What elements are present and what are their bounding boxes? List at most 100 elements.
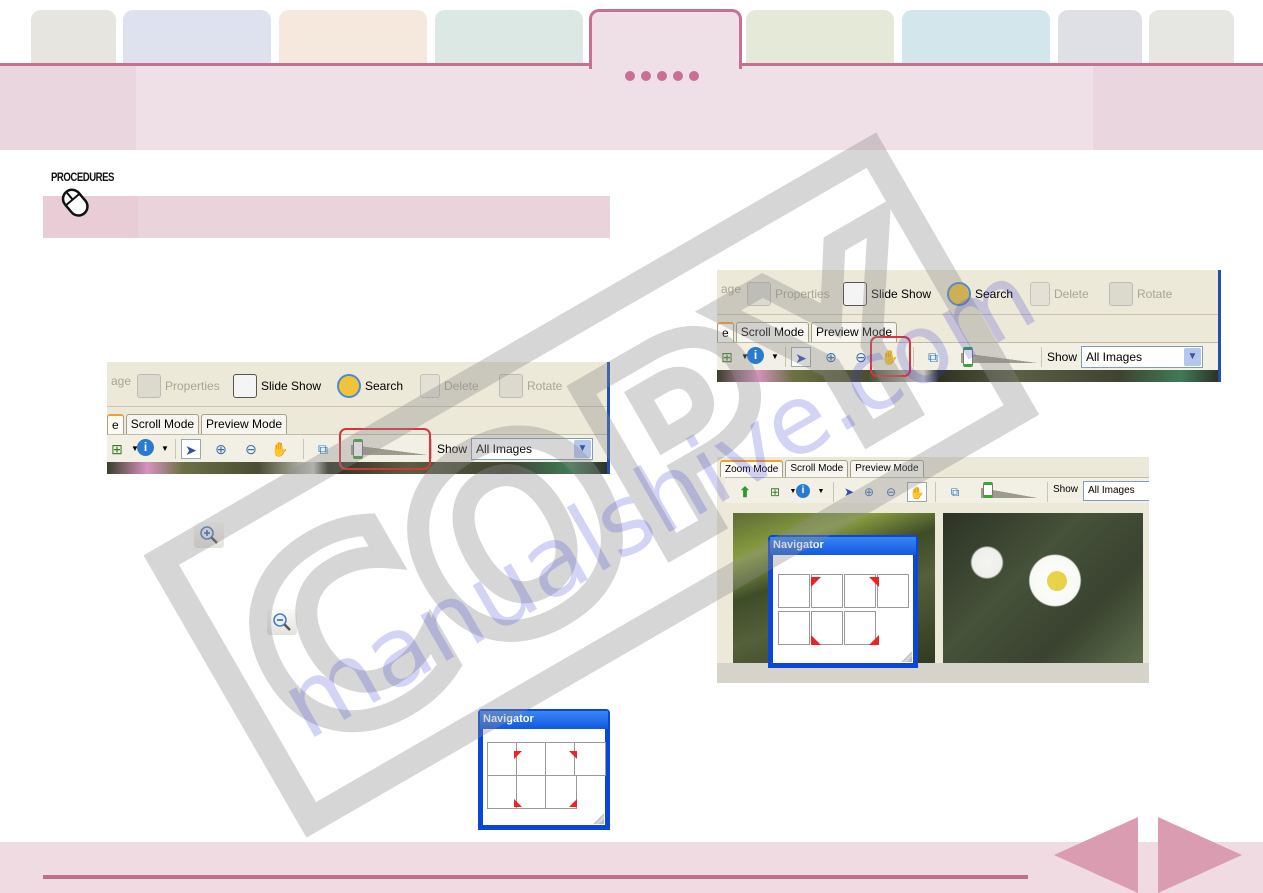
show-label: Show bbox=[437, 442, 468, 456]
tab-scroll-mode[interactable]: Scroll Mode bbox=[735, 322, 810, 342]
view-corner-marker bbox=[514, 799, 522, 807]
pointer-tool-icon[interactable]: ➤ bbox=[791, 347, 811, 367]
properties-icon bbox=[137, 374, 161, 398]
thumbnail-strip bbox=[717, 370, 1221, 382]
info-icon[interactable]: i bbox=[137, 439, 154, 456]
trash-icon bbox=[420, 374, 440, 398]
select-mode-icon[interactable]: ⊞ bbox=[765, 482, 785, 502]
show-dropdown[interactable]: All Images bbox=[1083, 481, 1149, 501]
chevron-down-icon[interactable]: ▼ bbox=[574, 440, 591, 458]
tab-preview-mode[interactable]: Preview Mode bbox=[201, 414, 288, 434]
zoom-in-icon[interactable]: ⊕ bbox=[821, 347, 841, 367]
chevron-down-icon[interactable]: ▼ bbox=[1184, 348, 1201, 366]
toolbar-item-properties[interactable]: Properties bbox=[137, 374, 220, 398]
chevron-down-icon[interactable]: ▼ bbox=[765, 347, 785, 367]
chevron-down-icon[interactable]: ▼ bbox=[155, 439, 175, 459]
tab-zoom-mode[interactable]: Zoom Mode bbox=[720, 460, 784, 477]
screenshot-hand-tool: age Properties Slide Show Search Delete … bbox=[717, 270, 1221, 382]
hand-tool-icon[interactable]: ✋ bbox=[270, 439, 290, 459]
show-dropdown[interactable]: All Images ▼ bbox=[471, 438, 593, 460]
view-corner-marker bbox=[514, 751, 522, 759]
info-icon[interactable]: i bbox=[796, 484, 810, 498]
navigator-title: Navigator bbox=[770, 537, 916, 555]
view-corner-marker bbox=[569, 751, 577, 759]
tab-3[interactable] bbox=[279, 10, 427, 66]
toolbar-item-rotate[interactable]: Rotate bbox=[1109, 282, 1172, 306]
zoom-in-icon bbox=[200, 526, 218, 544]
toolbar-item-rotate[interactable]: Rotate bbox=[499, 374, 562, 398]
fit-to-window-icon[interactable]: ⧉ bbox=[313, 439, 333, 459]
tab-2[interactable] bbox=[123, 10, 271, 66]
slideshow-icon bbox=[233, 374, 257, 398]
zoom-out-icon[interactable]: ⊖ bbox=[881, 482, 901, 502]
navigator-window-small[interactable]: Navigator bbox=[478, 709, 610, 830]
rotate-icon bbox=[499, 374, 523, 398]
navigator-window-large[interactable]: Navigator bbox=[768, 535, 918, 668]
toolbar-item-search[interactable]: Search bbox=[947, 282, 1013, 306]
pointer-tool-icon[interactable]: ➤ bbox=[839, 482, 859, 502]
procedures-bar bbox=[43, 196, 610, 238]
show-label: Show bbox=[1053, 484, 1079, 495]
page-dot bbox=[673, 71, 683, 81]
tab-9[interactable] bbox=[1149, 10, 1234, 66]
mouse-icon bbox=[61, 188, 89, 217]
flower-center bbox=[1047, 571, 1067, 591]
header-rule-right bbox=[739, 63, 1263, 66]
tab-scroll-mode[interactable]: Scroll Mode bbox=[125, 414, 200, 434]
show-label: Show bbox=[1047, 350, 1078, 364]
header-rule-left bbox=[0, 63, 592, 66]
page-dot bbox=[657, 71, 667, 81]
resize-grip[interactable] bbox=[900, 650, 912, 662]
select-mode-icon[interactable]: ⊞ bbox=[107, 439, 127, 459]
view-corner-marker bbox=[869, 577, 879, 587]
toolbar-item-slideshow[interactable]: Slide Show bbox=[233, 374, 321, 398]
hand-tool-icon[interactable]: ✋ bbox=[907, 482, 927, 502]
previous-page-button[interactable] bbox=[1054, 817, 1140, 893]
tab-4[interactable] bbox=[435, 10, 583, 66]
zoom-slider[interactable] bbox=[957, 347, 1037, 367]
tab-8[interactable] bbox=[1058, 10, 1142, 66]
zoom-out-icon[interactable]: ⊖ bbox=[851, 347, 871, 367]
toolbar-item-image[interactable]: age bbox=[717, 282, 741, 296]
tab-zoom-mode[interactable]: e bbox=[107, 414, 124, 434]
toolbar-item-image[interactable]: age bbox=[107, 374, 131, 388]
toolbar-item-delete[interactable]: Delete bbox=[420, 374, 479, 398]
zoom-slider[interactable] bbox=[977, 482, 1037, 500]
select-mode-icon[interactable]: ⊞ bbox=[717, 347, 737, 367]
view-corner-marker bbox=[869, 635, 879, 645]
up-folder-icon[interactable]: ⬆ bbox=[735, 482, 755, 502]
page-dot bbox=[641, 71, 651, 81]
toolbar-item-slideshow[interactable]: Slide Show bbox=[843, 282, 931, 306]
arrow-right-icon bbox=[1158, 817, 1242, 893]
zoom-in-icon[interactable]: ⊕ bbox=[859, 482, 879, 502]
toolbar-item-search[interactable]: Search bbox=[337, 374, 403, 398]
search-icon bbox=[337, 374, 361, 398]
tab-preview-mode[interactable]: Preview Mode bbox=[850, 460, 924, 477]
toolbar-item-delete[interactable]: Delete bbox=[1030, 282, 1089, 306]
fit-to-window-icon[interactable]: ⧉ bbox=[945, 482, 965, 502]
zoom-out-icon bbox=[273, 613, 291, 631]
info-icon[interactable]: i bbox=[747, 347, 764, 364]
pointer-tool-icon[interactable]: ➤ bbox=[181, 439, 201, 459]
mode-tabs: Zoom Mode Scroll Mode Preview Mode bbox=[720, 460, 924, 477]
tab-5-active[interactable] bbox=[589, 9, 742, 69]
tab-zoom-mode[interactable]: e bbox=[717, 322, 734, 342]
arrow-left-icon bbox=[1054, 817, 1138, 893]
chevron-down-icon[interactable]: ▼ bbox=[811, 482, 831, 502]
slideshow-icon bbox=[843, 282, 867, 306]
tab-scroll-mode[interactable]: Scroll Mode bbox=[785, 460, 849, 477]
next-page-button[interactable] bbox=[1156, 817, 1242, 893]
zoom-out-icon[interactable]: ⊖ bbox=[241, 439, 261, 459]
highlight-hand-tool bbox=[870, 336, 911, 377]
toolbar-item-properties[interactable]: Properties bbox=[747, 282, 830, 306]
fit-to-window-icon[interactable]: ⧉ bbox=[923, 347, 943, 367]
zoom-out-button-icon bbox=[267, 609, 297, 635]
show-dropdown[interactable]: All Images ▼ bbox=[1081, 346, 1203, 368]
resize-grip[interactable] bbox=[592, 812, 604, 824]
tab-6[interactable] bbox=[746, 10, 894, 66]
tab-7[interactable] bbox=[902, 10, 1050, 66]
properties-icon bbox=[747, 282, 771, 306]
tab-1[interactable] bbox=[31, 10, 116, 66]
zoom-in-icon[interactable]: ⊕ bbox=[211, 439, 231, 459]
navigator-title: Navigator bbox=[480, 711, 608, 729]
